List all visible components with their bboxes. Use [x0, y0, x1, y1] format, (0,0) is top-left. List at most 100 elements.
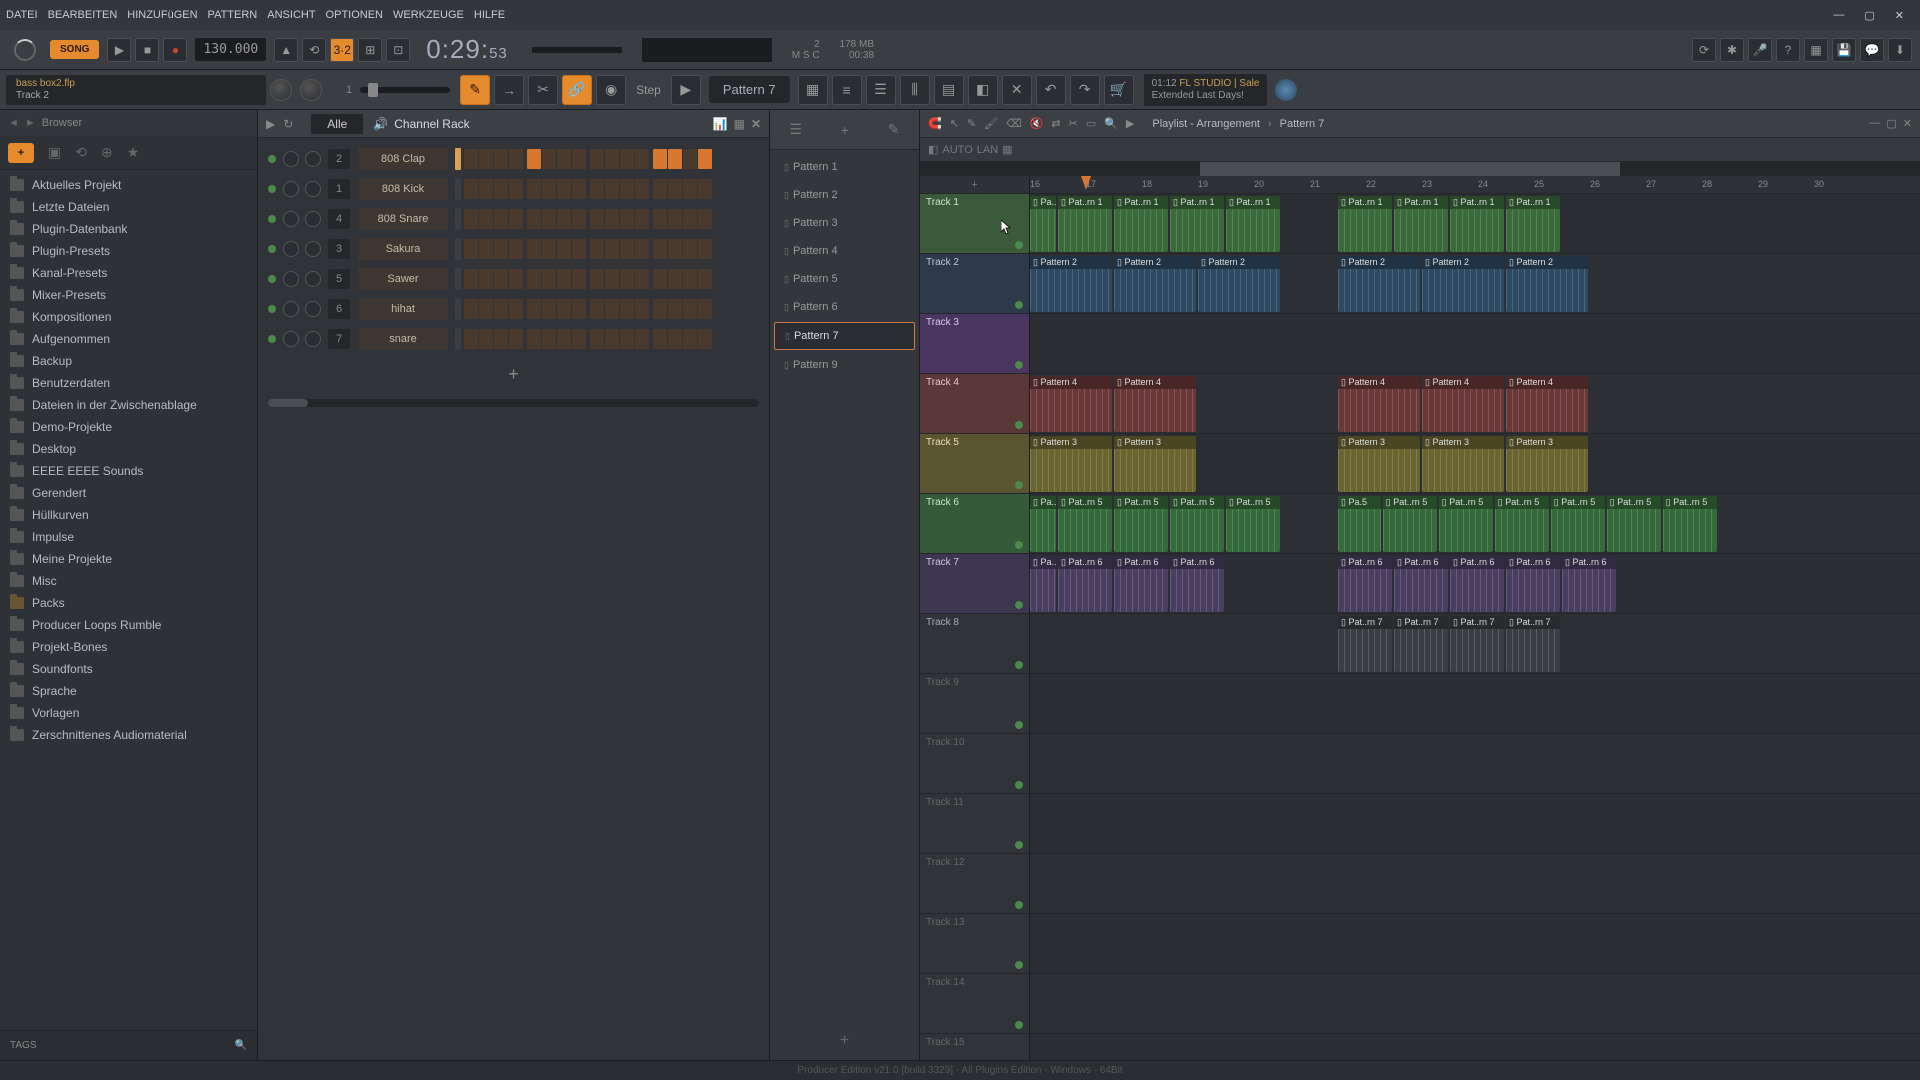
step-cell[interactable]: [527, 299, 541, 319]
tool-close-button[interactable]: ✕: [1002, 75, 1032, 105]
step-cell[interactable]: [494, 239, 508, 259]
step-cell[interactable]: [635, 209, 649, 229]
track-header[interactable]: Track 2: [920, 254, 1029, 314]
pattern-selector[interactable]: Pattern 7: [709, 76, 790, 103]
channel-mute-led[interactable]: [268, 305, 276, 313]
step-cell[interactable]: [698, 329, 712, 349]
browser-tags-label[interactable]: TAGS: [10, 1040, 36, 1051]
tool-undo-button[interactable]: ↶: [1036, 75, 1066, 105]
view-browser-button[interactable]: ▤: [934, 75, 964, 105]
step-cell[interactable]: [527, 209, 541, 229]
browser-item[interactable]: Hüllkurven: [0, 504, 257, 526]
step-cell[interactable]: [509, 179, 523, 199]
browser-item[interactable]: Benutzerdaten: [0, 372, 257, 394]
pattern-clip[interactable]: ▯ Pa.5: [1338, 496, 1381, 552]
channel-mute-led[interactable]: [268, 155, 276, 163]
channel-number[interactable]: 7: [328, 329, 350, 349]
track-header[interactable]: Track 10: [920, 734, 1029, 794]
channel-pan-knob[interactable]: [283, 301, 299, 317]
pl-erase-icon[interactable]: ⌫: [1006, 117, 1022, 130]
pattern-item[interactable]: Pattern 2: [774, 182, 915, 208]
track-mute-led[interactable]: [1015, 241, 1023, 249]
step-cell[interactable]: [620, 329, 634, 349]
slice-tool-button[interactable]: ✂: [528, 75, 558, 105]
track-mute-led[interactable]: [1015, 541, 1023, 549]
pattern-clip[interactable]: ▯ Pat..rn 5: [1226, 496, 1280, 552]
pattern-clip[interactable]: ▯ Pat..rn 6: [1506, 556, 1560, 612]
channel-pan-knob[interactable]: [283, 211, 299, 227]
playlist-lane[interactable]: [1030, 974, 1920, 1034]
pattern-clip[interactable]: ▯ Pattern 3: [1338, 436, 1420, 492]
channel-grid-icon[interactable]: ▦: [734, 117, 745, 131]
menu-werkzeuge[interactable]: WERKZEUGE: [393, 9, 464, 21]
step-cell[interactable]: [653, 299, 667, 319]
browser-item[interactable]: EEEE EEEE Sounds: [0, 460, 257, 482]
step-cell[interactable]: [464, 299, 478, 319]
pl-grid-icon[interactable]: ▦: [1002, 143, 1012, 156]
record-button[interactable]: ●: [163, 38, 187, 62]
sync-button[interactable]: ⟳: [1692, 38, 1716, 62]
step-cell[interactable]: [479, 239, 493, 259]
channel-name-button[interactable]: 808 Kick: [358, 178, 448, 200]
pattern-clip[interactable]: ▯ Pat..rn 1: [1450, 196, 1504, 252]
track-header[interactable]: Track 13: [920, 914, 1029, 974]
step-cell[interactable]: [590, 299, 604, 319]
channel-close-icon[interactable]: ✕: [751, 117, 761, 131]
browser-add-button[interactable]: +: [8, 143, 34, 163]
overdub-button[interactable]: ⊞: [358, 38, 382, 62]
track-header[interactable]: Track 11: [920, 794, 1029, 854]
pattern-clip[interactable]: ▯ Pattern 3: [1114, 436, 1196, 492]
draw-tool-button[interactable]: ✎: [460, 75, 490, 105]
step-cell[interactable]: [683, 179, 697, 199]
step-cell[interactable]: [620, 299, 634, 319]
browser-item[interactable]: Letzte Dateien: [0, 196, 257, 218]
step-play-button[interactable]: ▶: [671, 75, 701, 105]
track-mute-led[interactable]: [1015, 301, 1023, 309]
mic-button[interactable]: 🎤: [1748, 38, 1772, 62]
pl-magnet-icon[interactable]: 🧲: [928, 117, 942, 130]
menu-pattern[interactable]: PATTERN: [208, 9, 258, 21]
step-cell[interactable]: [620, 179, 634, 199]
channel-number[interactable]: 2: [328, 149, 350, 169]
view-channels-button[interactable]: ☰: [866, 75, 896, 105]
feedback-button[interactable]: 💬: [1860, 38, 1884, 62]
step-cell[interactable]: [668, 299, 682, 319]
pattern-item[interactable]: Pattern 6: [774, 294, 915, 320]
pl-lane-icon[interactable]: LAN: [977, 144, 998, 156]
step-cell[interactable]: [542, 209, 556, 229]
pattern-clip[interactable]: ▯ Pat..rn 7: [1394, 616, 1448, 672]
channel-select-led[interactable]: [455, 298, 461, 320]
playlist-ruler[interactable]: 161718192021222324252627282930: [1030, 176, 1920, 194]
channel-vol-knob[interactable]: [305, 211, 321, 227]
step-cell[interactable]: [590, 209, 604, 229]
library-button[interactable]: ▦: [1804, 38, 1828, 62]
step-cell[interactable]: [635, 299, 649, 319]
step-cell[interactable]: [479, 329, 493, 349]
step-cell[interactable]: [494, 149, 508, 169]
pattern-clip[interactable]: ▯ Pat..rn 1: [1058, 196, 1112, 252]
channel-play-icon[interactable]: ▶: [266, 117, 275, 131]
step-cell[interactable]: [527, 329, 541, 349]
step-cell[interactable]: [683, 299, 697, 319]
pl-select-icon[interactable]: ▭: [1086, 117, 1096, 130]
browser-item[interactable]: Sprache: [0, 680, 257, 702]
browser-item[interactable]: Mixer-Presets: [0, 284, 257, 306]
step-cell[interactable]: [668, 179, 682, 199]
step-cell[interactable]: [509, 269, 523, 289]
wait-input-button[interactable]: ⟲: [302, 38, 326, 62]
countdown-button[interactable]: 3·2: [330, 38, 354, 62]
menu-optionen[interactable]: OPTIONEN: [326, 9, 383, 21]
track-mute-led[interactable]: [1015, 601, 1023, 609]
pattern-clip[interactable]: ▯ Pattern 3: [1506, 436, 1588, 492]
pattern-clip[interactable]: ▯ Pat..rn 1: [1170, 196, 1224, 252]
channel-graph-icon[interactable]: 📊: [713, 117, 728, 131]
browser-item[interactable]: Dateien in der Zwischenablage: [0, 394, 257, 416]
pattern-item[interactable]: Pattern 9: [774, 352, 915, 378]
view-playlist-button[interactable]: ▦: [798, 75, 828, 105]
step-cell[interactable]: [698, 179, 712, 199]
step-cell[interactable]: [542, 299, 556, 319]
pattern-clip[interactable]: ▯ Pat..rn 5: [1495, 496, 1549, 552]
pattern-clip[interactable]: ▯ Pa..: [1030, 196, 1056, 252]
track-header[interactable]: Track 1: [920, 194, 1029, 254]
channel-mute-led[interactable]: [268, 245, 276, 253]
